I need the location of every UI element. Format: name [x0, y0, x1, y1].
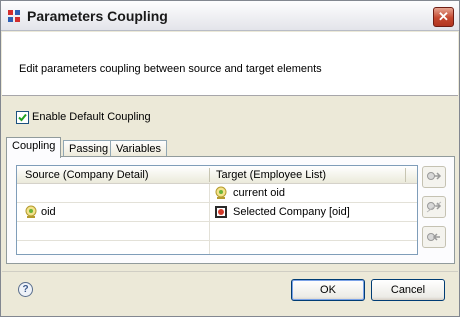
source-cell: oid: [41, 206, 56, 218]
parameter-icon: [25, 205, 37, 218]
column-divider: [209, 168, 210, 182]
help-icon: ?: [22, 284, 29, 295]
target-cell: current oid: [233, 187, 285, 199]
table-row[interactable]: current oid: [17, 184, 417, 203]
help-button[interactable]: ?: [18, 282, 33, 297]
coupling-panel: Source (Company Detail) Target (Employee…: [6, 156, 455, 264]
table-row[interactable]: oid Selected Company [oid]: [17, 203, 417, 222]
footer-separator: [2, 271, 458, 272]
column-header-target[interactable]: Target (Employee List): [216, 169, 326, 181]
dialog-window: Parameters Coupling ✕ Edit parameters co…: [0, 0, 460, 317]
enable-default-coupling-checkbox[interactable]: [16, 111, 29, 124]
ok-button[interactable]: OK: [291, 279, 365, 301]
remove-coupling-icon: [427, 233, 440, 241]
selection-parameter-icon: [215, 206, 227, 218]
title-bar[interactable]: Parameters Coupling ✕: [1, 1, 459, 31]
description-text: Edit parameters coupling between source …: [19, 63, 322, 75]
couple-icon: [427, 172, 442, 180]
remove-coupling-button[interactable]: [422, 226, 446, 248]
target-cell: Selected Company [oid]: [233, 206, 350, 218]
coupling-table[interactable]: Source (Company Detail) Target (Employee…: [16, 165, 418, 255]
couple-button[interactable]: [422, 166, 446, 188]
tab-variables[interactable]: Variables: [110, 140, 168, 157]
close-button[interactable]: ✕: [433, 7, 454, 27]
close-icon: ✕: [438, 9, 449, 24]
tab-coupling[interactable]: Coupling: [6, 137, 62, 158]
tab-passing[interactable]: Passing: [63, 140, 115, 157]
table-row[interactable]: [17, 222, 417, 241]
cancel-button[interactable]: Cancel: [371, 279, 445, 301]
uncouple-icon: [426, 201, 442, 213]
description-banner: Edit parameters coupling between source …: [2, 32, 458, 96]
enable-default-coupling-label: Enable Default Coupling: [32, 111, 151, 123]
uncouple-button[interactable]: [422, 196, 446, 218]
column-header-source[interactable]: Source (Company Detail): [25, 169, 149, 181]
parameter-icon: [215, 186, 227, 199]
app-logo-icon: [8, 10, 20, 22]
checkmark-icon: [18, 113, 27, 122]
dialog-title: Parameters Coupling: [27, 8, 168, 24]
table-header: Source (Company Detail) Target (Employee…: [17, 166, 417, 184]
column-divider: [405, 168, 406, 182]
